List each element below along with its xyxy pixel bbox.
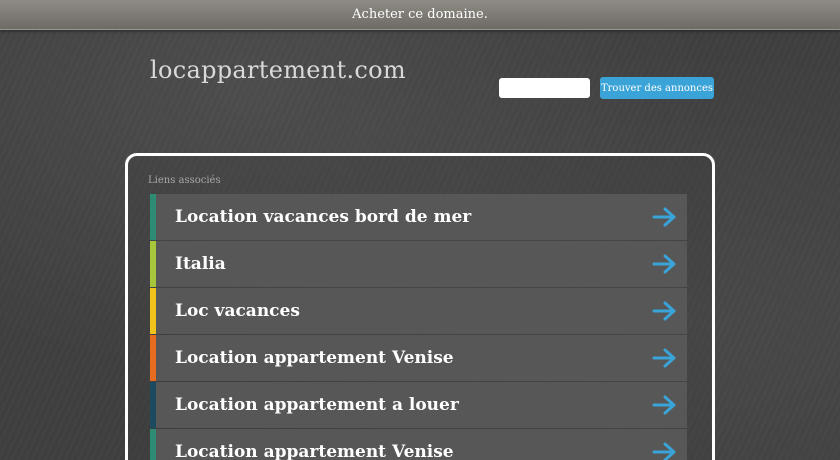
link-accent-bar xyxy=(150,194,156,240)
arrow-right-icon xyxy=(652,395,676,415)
search-button[interactable]: Trouver des annonces xyxy=(600,77,714,99)
list-item[interactable]: Italia xyxy=(150,241,687,287)
buy-domain-link[interactable]: Acheter ce domaine. xyxy=(352,0,488,30)
list-item[interactable]: Location vacances bord de mer xyxy=(150,194,687,240)
related-links-panel: Liens associés Location vacances bord de… xyxy=(125,153,715,460)
link-label: Loc vacances xyxy=(175,301,300,321)
top-bar: Acheter ce domaine. xyxy=(0,0,840,30)
site-logo[interactable]: locappartement.com xyxy=(150,56,406,84)
list-item[interactable]: Location appartement a louer xyxy=(150,382,687,428)
list-item[interactable]: Loc vacances xyxy=(150,288,687,334)
link-label: Italia xyxy=(175,254,226,274)
link-label: Location appartement Venise xyxy=(175,348,454,368)
link-label: Location vacances bord de mer xyxy=(175,207,472,227)
link-accent-bar xyxy=(150,288,156,334)
link-accent-bar xyxy=(150,382,156,428)
arrow-right-icon xyxy=(652,254,676,274)
link-label: Location appartement a louer xyxy=(175,395,459,415)
search-input[interactable] xyxy=(499,78,590,98)
list-item[interactable]: Location appartement Venise xyxy=(150,429,687,460)
link-label: Location appartement Venise xyxy=(175,442,454,460)
panel-title: Liens associés xyxy=(148,175,221,186)
related-links-list: Location vacances bord de mer Italia Loc… xyxy=(150,194,687,460)
link-accent-bar xyxy=(150,429,156,460)
list-item[interactable]: Location appartement Venise xyxy=(150,335,687,381)
arrow-right-icon xyxy=(652,207,676,227)
arrow-right-icon xyxy=(652,442,676,460)
link-accent-bar xyxy=(150,241,156,287)
link-accent-bar xyxy=(150,335,156,381)
arrow-right-icon xyxy=(652,301,676,321)
arrow-right-icon xyxy=(652,348,676,368)
